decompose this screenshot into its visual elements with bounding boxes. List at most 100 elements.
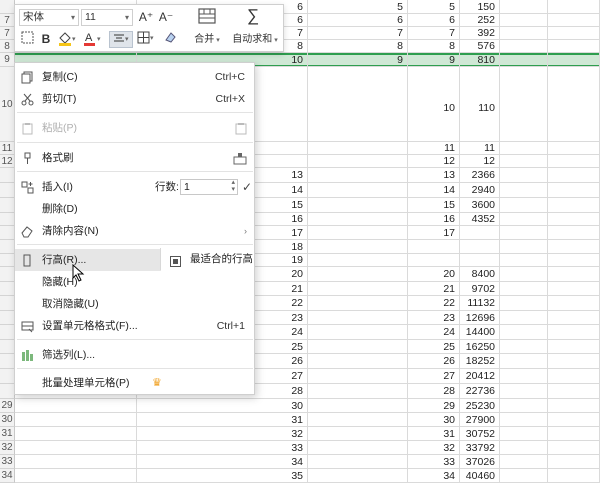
table-cell[interactable] bbox=[548, 311, 600, 325]
table-cell[interactable]: 9 bbox=[408, 53, 460, 67]
table-cell[interactable]: 16250 bbox=[460, 340, 500, 354]
table-cell[interactable] bbox=[460, 226, 500, 240]
table-cell[interactable]: 2940 bbox=[460, 183, 500, 198]
table-cell[interactable] bbox=[15, 399, 137, 413]
table-cell[interactable] bbox=[548, 226, 600, 240]
menu-item-copy[interactable]: 复制(C) Ctrl+C bbox=[15, 66, 255, 88]
row-header[interactable] bbox=[0, 384, 15, 399]
table-cell[interactable] bbox=[460, 240, 500, 254]
table-cell[interactable] bbox=[308, 168, 408, 183]
table-cell[interactable] bbox=[548, 213, 600, 226]
table-cell[interactable]: 30752 bbox=[460, 427, 500, 441]
table-cell[interactable]: 13 bbox=[408, 168, 460, 183]
row-header[interactable] bbox=[0, 226, 15, 240]
table-cell[interactable]: 7 bbox=[408, 27, 460, 40]
table-cell[interactable] bbox=[548, 254, 600, 267]
table-cell[interactable] bbox=[500, 226, 548, 240]
table-cell[interactable]: 3600 bbox=[460, 198, 500, 213]
table-cell[interactable] bbox=[500, 296, 548, 311]
row-header[interactable]: 9 bbox=[0, 53, 15, 67]
table-cell[interactable] bbox=[460, 254, 500, 267]
table-cell[interactable] bbox=[308, 267, 408, 282]
table-cell[interactable]: 5 bbox=[308, 0, 408, 14]
table-cell[interactable]: 23 bbox=[408, 311, 460, 325]
table-cell[interactable] bbox=[548, 240, 600, 254]
table-cell[interactable]: 12 bbox=[408, 155, 460, 168]
table-cell[interactable]: 21 bbox=[408, 282, 460, 296]
table-cell[interactable] bbox=[548, 325, 600, 340]
table-cell[interactable] bbox=[500, 311, 548, 325]
table-cell[interactable] bbox=[15, 455, 137, 469]
row-header[interactable] bbox=[0, 282, 15, 296]
table-cell[interactable] bbox=[548, 155, 600, 168]
table-cell[interactable]: 5 bbox=[408, 0, 460, 14]
table-cell[interactable] bbox=[308, 469, 408, 483]
table-cell[interactable]: 7 bbox=[308, 27, 408, 40]
table-cell[interactable]: 110 bbox=[460, 67, 500, 142]
table-cell[interactable]: 27 bbox=[408, 369, 460, 384]
row-header[interactable] bbox=[0, 325, 15, 340]
font-color-button[interactable]: A ▾ bbox=[82, 31, 104, 48]
align-center-button[interactable]: ▾ bbox=[109, 31, 133, 48]
table-cell[interactable]: 17 bbox=[408, 226, 460, 240]
table-cell[interactable]: 6 bbox=[408, 14, 460, 27]
table-cell[interactable] bbox=[500, 67, 548, 142]
table-cell[interactable] bbox=[308, 384, 408, 399]
table-cell[interactable]: 24 bbox=[408, 325, 460, 340]
table-cell[interactable] bbox=[500, 354, 548, 369]
borders-button[interactable]: ▾ bbox=[136, 31, 158, 48]
table-cell[interactable] bbox=[548, 168, 600, 183]
table-cell[interactable] bbox=[548, 399, 600, 413]
table-cell[interactable] bbox=[408, 254, 460, 267]
table-cell[interactable]: 15 bbox=[408, 198, 460, 213]
table-cell[interactable]: 392 bbox=[460, 27, 500, 40]
table-cell[interactable]: 26 bbox=[408, 354, 460, 369]
table-cell[interactable] bbox=[308, 183, 408, 198]
table-cell[interactable]: 6 bbox=[308, 14, 408, 27]
table-cell[interactable] bbox=[308, 441, 408, 455]
table-cell[interactable]: 22736 bbox=[460, 384, 500, 399]
table-cell[interactable] bbox=[500, 155, 548, 168]
table-cell[interactable] bbox=[308, 455, 408, 469]
row-header[interactable] bbox=[0, 183, 15, 198]
table-cell[interactable] bbox=[308, 369, 408, 384]
menu-item-hide[interactable]: 隐藏(H) bbox=[15, 271, 255, 293]
menu-item-filter-column[interactable]: 筛选列(L)... bbox=[15, 344, 255, 366]
row-header[interactable] bbox=[0, 213, 15, 226]
table-cell[interactable] bbox=[500, 369, 548, 384]
row-header[interactable] bbox=[0, 0, 15, 14]
table-cell[interactable]: 28 bbox=[408, 384, 460, 399]
menu-item-insert[interactable]: 插入(I) 行数: 1 ▴ ▾ ✓ bbox=[15, 176, 255, 198]
table-cell[interactable]: 10 bbox=[408, 67, 460, 142]
merge-button[interactable]: 合并 ▾ bbox=[189, 31, 225, 48]
confirm-check-icon[interactable]: ✓ bbox=[242, 176, 252, 198]
table-cell[interactable] bbox=[308, 198, 408, 213]
table-cell[interactable]: 14400 bbox=[460, 325, 500, 340]
table-cell[interactable] bbox=[500, 254, 548, 267]
table-cell[interactable]: 30 bbox=[408, 413, 460, 427]
table-cell[interactable]: 32 bbox=[408, 441, 460, 455]
autosum-button[interactable]: 自动求和 ▾ bbox=[227, 31, 283, 48]
table-cell[interactable] bbox=[548, 441, 600, 455]
table-cell[interactable] bbox=[548, 413, 600, 427]
table-cell[interactable] bbox=[308, 413, 408, 427]
row-header[interactable] bbox=[0, 296, 15, 311]
table-cell[interactable] bbox=[548, 469, 600, 483]
menu-item-delete[interactable]: 删除(D) bbox=[15, 198, 255, 220]
table-cell[interactable] bbox=[548, 296, 600, 311]
table-cell[interactable] bbox=[500, 455, 548, 469]
table-cell[interactable]: 29 bbox=[408, 399, 460, 413]
table-cell[interactable] bbox=[500, 213, 548, 226]
table-cell[interactable] bbox=[500, 340, 548, 354]
table-cell[interactable] bbox=[308, 296, 408, 311]
table-cell[interactable] bbox=[548, 142, 600, 155]
table-cell[interactable]: 32 bbox=[137, 427, 308, 441]
table-cell[interactable]: 576 bbox=[460, 40, 500, 53]
row-header[interactable] bbox=[0, 369, 15, 384]
table-cell[interactable] bbox=[15, 427, 137, 441]
table-cell[interactable] bbox=[500, 240, 548, 254]
insert-rows-input[interactable]: 1 ▴ ▾ bbox=[180, 179, 238, 195]
row-header[interactable] bbox=[0, 254, 15, 267]
menu-item-paste[interactable]: 粘贴(P) bbox=[15, 117, 255, 139]
table-cell[interactable] bbox=[15, 413, 137, 427]
